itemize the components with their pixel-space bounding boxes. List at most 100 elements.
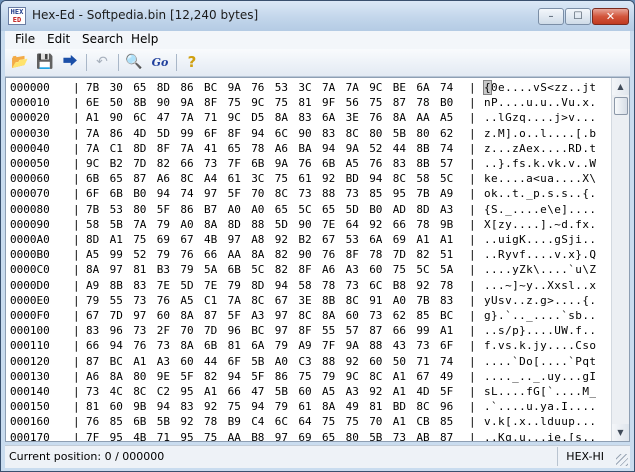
hex-byte[interactable]: 4D bbox=[133, 126, 146, 141]
hex-byte[interactable]: 79 bbox=[228, 278, 241, 293]
hex-byte[interactable]: 7A bbox=[180, 110, 193, 125]
hex-byte[interactable]: 53 bbox=[346, 232, 359, 247]
hex-byte[interactable]: 73 bbox=[133, 293, 146, 308]
hex-byte[interactable]: 8F bbox=[204, 95, 217, 110]
hex-byte[interactable]: 73 bbox=[346, 186, 359, 201]
hex-byte[interactable]: 66 bbox=[393, 323, 406, 338]
hex-byte[interactable]: 87 bbox=[204, 308, 217, 323]
ascii-text[interactable]: z...zAex....RD.t bbox=[484, 141, 596, 156]
hex-byte[interactable]: 94 bbox=[369, 171, 382, 186]
hex-byte[interactable]: 8F bbox=[157, 141, 170, 156]
hex-byte[interactable]: 94 bbox=[110, 338, 123, 353]
hex-byte[interactable]: 85 bbox=[440, 414, 453, 429]
hex-byte[interactable]: 75 bbox=[228, 95, 241, 110]
ascii-text[interactable]: nP....u.u..Vu.x. bbox=[484, 95, 596, 110]
hex-byte[interactable]: 8A bbox=[322, 399, 335, 414]
hex-byte[interactable]: 83 bbox=[298, 110, 311, 125]
hex-byte[interactable]: 99 bbox=[180, 126, 193, 141]
hex-byte[interactable]: 7E bbox=[157, 278, 170, 293]
hex-byte[interactable]: 65 bbox=[110, 171, 123, 186]
hex-byte[interactable]: 75 bbox=[393, 262, 406, 277]
hex-byte[interactable]: 8A bbox=[322, 308, 335, 323]
hex-byte[interactable]: 71 bbox=[204, 110, 217, 125]
hex-byte[interactable]: 75 bbox=[275, 171, 288, 186]
hex-byte[interactable]: A1 bbox=[133, 354, 146, 369]
hex-byte[interactable]: 5F bbox=[251, 369, 264, 384]
hex-byte[interactable]: 8C bbox=[275, 186, 288, 201]
hex-byte[interactable]: 71 bbox=[157, 430, 170, 441]
hex-byte[interactable]: 2F bbox=[157, 323, 170, 338]
hex-byte[interactable]: A5 bbox=[346, 156, 359, 171]
hex-byte[interactable]: 8A bbox=[275, 110, 288, 125]
hex-byte[interactable]: 3C bbox=[251, 171, 264, 186]
hex-byte[interactable]: B7 bbox=[204, 202, 217, 217]
hex-byte[interactable]: 5C bbox=[251, 262, 264, 277]
hex-byte[interactable]: C3 bbox=[298, 354, 311, 369]
hex-byte[interactable]: A1 bbox=[393, 369, 406, 384]
ascii-text[interactable]: ke....a<ua....X\ bbox=[484, 171, 596, 186]
hex-byte[interactable]: A6 bbox=[275, 141, 288, 156]
hex-byte[interactable]: A5 bbox=[322, 384, 335, 399]
hex-byte[interactable]: 9C bbox=[369, 80, 382, 95]
hex-byte[interactable]: 7F bbox=[86, 430, 99, 441]
hex-byte[interactable]: 74 bbox=[440, 354, 453, 369]
hex-byte[interactable]: 8A bbox=[110, 369, 123, 384]
ascii-text[interactable]: z.M].o..l....[.b bbox=[484, 126, 596, 141]
menu-file[interactable]: File bbox=[15, 32, 35, 46]
hex-byte[interactable]: 96 bbox=[440, 399, 453, 414]
hex-byte[interactable]: 9C bbox=[86, 156, 99, 171]
menu-edit[interactable]: Edit bbox=[47, 32, 70, 46]
hex-byte[interactable]: 61 bbox=[298, 171, 311, 186]
hex-byte[interactable]: 8C bbox=[369, 369, 382, 384]
hex-byte[interactable]: 79 bbox=[157, 247, 170, 262]
hex-byte[interactable]: 87 bbox=[393, 95, 406, 110]
hex-byte[interactable]: 86 bbox=[180, 202, 193, 217]
hex-byte[interactable]: 3C bbox=[298, 80, 311, 95]
ascii-text[interactable]: f.vs.k.jy....Cso bbox=[484, 338, 596, 353]
hex-byte[interactable]: 62 bbox=[440, 126, 453, 141]
hex-byte[interactable]: 73 bbox=[157, 338, 170, 353]
hex-byte[interactable]: BA bbox=[298, 141, 311, 156]
hex-byte[interactable]: 97 bbox=[228, 232, 241, 247]
menu-search[interactable]: Search bbox=[82, 32, 123, 46]
undo-icon[interactable]: ↶ bbox=[92, 53, 112, 72]
vertical-scrollbar[interactable]: ▲ ▼ bbox=[611, 78, 629, 441]
ascii-text[interactable]: sL....fG[`....M_ bbox=[484, 384, 596, 399]
hex-byte[interactable]: 61 bbox=[228, 171, 241, 186]
hex-byte[interactable]: BC bbox=[251, 323, 264, 338]
hex-byte[interactable]: 8A bbox=[86, 262, 99, 277]
hex-byte[interactable]: 5A bbox=[204, 262, 217, 277]
hex-byte[interactable]: BD bbox=[346, 171, 359, 186]
hex-byte[interactable]: 6A bbox=[322, 110, 335, 125]
hex-byte[interactable]: 83 bbox=[322, 126, 335, 141]
hex-byte[interactable]: 5B bbox=[157, 414, 170, 429]
hex-byte[interactable]: 8B bbox=[416, 156, 429, 171]
hex-byte[interactable]: BC bbox=[440, 308, 453, 323]
hex-byte[interactable]: D5 bbox=[251, 110, 264, 125]
hex-byte[interactable]: 81 bbox=[86, 399, 99, 414]
hex-byte[interactable]: 8D bbox=[251, 278, 264, 293]
hex-byte[interactable]: 90 bbox=[298, 126, 311, 141]
hex-byte[interactable]: AA bbox=[416, 110, 429, 125]
open-icon[interactable]: 📂 bbox=[10, 53, 30, 72]
hex-byte[interactable]: 94 bbox=[322, 141, 335, 156]
hex-byte[interactable]: CB bbox=[416, 414, 429, 429]
hex-byte[interactable]: A0 bbox=[251, 202, 264, 217]
hex-byte[interactable]: 60 bbox=[180, 354, 193, 369]
hex-byte[interactable]: B0 bbox=[369, 202, 382, 217]
ascii-text[interactable]: ok..t._p.s.s..{. bbox=[484, 186, 596, 201]
hex-byte[interactable]: 8C bbox=[393, 171, 406, 186]
hex-byte[interactable]: 5B bbox=[393, 126, 406, 141]
hex-byte[interactable]: A0 bbox=[393, 293, 406, 308]
hex-byte[interactable]: 97 bbox=[110, 262, 123, 277]
hex-byte[interactable]: 65 bbox=[322, 430, 335, 441]
hex-byte[interactable]: 9A bbox=[346, 141, 359, 156]
hex-byte[interactable]: 5D bbox=[180, 278, 193, 293]
hex-byte[interactable]: 65 bbox=[322, 202, 335, 217]
scroll-down-icon[interactable]: ▼ bbox=[612, 424, 629, 441]
hex-byte[interactable]: 75 bbox=[133, 232, 146, 247]
hex-byte[interactable]: 8A bbox=[393, 110, 406, 125]
hex-byte[interactable]: 85 bbox=[369, 186, 382, 201]
hex-byte[interactable]: 6B bbox=[322, 156, 335, 171]
hex-byte[interactable]: C1 bbox=[204, 293, 217, 308]
